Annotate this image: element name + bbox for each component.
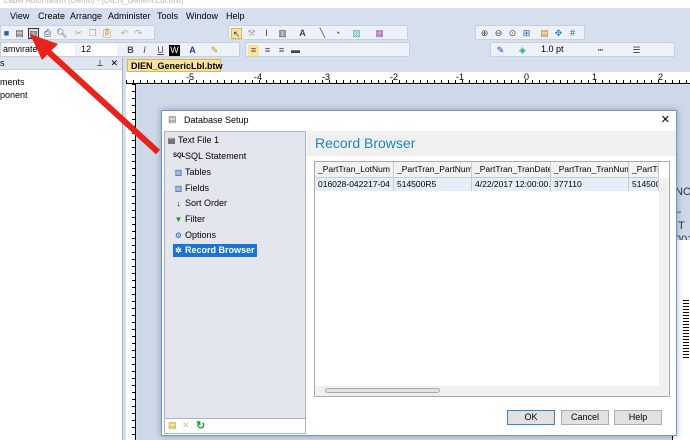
nav-text-file[interactable]: ▤ Text File 1	[166, 134, 221, 147]
table-cell: 016028-042217-04	[315, 178, 394, 191]
database-icon: ▤	[168, 114, 177, 124]
sort-icon: ↓	[176, 199, 181, 208]
table-row[interactable]: 016028-042217-04 514500R5 4/22/2017 12:0…	[315, 178, 659, 191]
column-header[interactable]: _PartTran_LotNum	[315, 162, 394, 177]
page-title: Record Browser	[307, 131, 676, 156]
refresh-icon[interactable]: ↻	[196, 419, 205, 432]
table-cell: 514500R5	[394, 178, 472, 191]
horizontal-scrollbar[interactable]	[315, 386, 669, 396]
ok-button[interactable]: OK	[507, 410, 555, 425]
nav-record-browser[interactable]: ✲ Record Browser	[173, 244, 257, 257]
table-cell: 514500	[629, 178, 659, 191]
arrow-shaft	[39, 43, 161, 155]
fields-icon: ▥	[174, 184, 183, 193]
record-browser-icon: ✲	[175, 246, 182, 255]
grid-header-row: _PartTran_LotNum _PartTran_PartNum _Part…	[315, 162, 659, 178]
nav-sql-statement[interactable]: SQL SQL Statement	[173, 150, 248, 163]
setup-nav-tree: ▤ Text File 1 SQL SQL Statement ▥ Tables ▥ F…	[164, 131, 306, 434]
column-header[interactable]: _PartTra	[629, 162, 659, 177]
nav-label: SQL Statement	[185, 151, 247, 161]
cancel-button[interactable]: Cancel	[561, 410, 609, 425]
scrollbar-thumb[interactable]	[325, 388, 440, 393]
table-cell: 4/22/2017 12:00:00...	[472, 178, 551, 191]
database-setup-dialog: ▤ Database Setup ✕ ▤ Text File 1 SQL SQL S…	[161, 110, 677, 436]
table-cell: 377110	[551, 178, 629, 191]
nav-label: Tables	[185, 167, 212, 177]
nav-label: Record Browser	[185, 245, 255, 255]
sql-icon: SQL	[173, 153, 186, 159]
add-database-icon[interactable]: ▤	[168, 420, 177, 431]
nav-label: Options	[185, 230, 217, 240]
nav-sort-order[interactable]: ↓ Sort Order	[173, 197, 229, 210]
nav-label: Sort Order	[185, 198, 228, 208]
column-header[interactable]: _PartTran_TranNum	[551, 162, 629, 177]
nav-tables[interactable]: ▥ Tables	[173, 166, 213, 179]
dialog-title-bar: ▤ Database Setup ✕	[162, 111, 676, 131]
dialog-title: Database Setup	[184, 115, 249, 125]
delete-icon[interactable]: ✕	[182, 420, 190, 431]
nav-filter[interactable]: ▼ Filter	[173, 213, 207, 226]
gear-icon: ⚙	[174, 231, 183, 240]
vertical-scrollbar[interactable]	[659, 178, 669, 386]
nav-footer-toolbar: ▤ ✕ ↻	[165, 418, 305, 433]
nav-options[interactable]: ⚙ Options	[173, 229, 218, 242]
nav-label: Text File 1	[178, 135, 220, 145]
help-button[interactable]: Help	[614, 410, 662, 425]
table-icon: ▥	[174, 168, 183, 177]
record-grid[interactable]: _PartTran_LotNum _PartTran_PartNum _Part…	[314, 161, 670, 397]
column-header[interactable]: _PartTran_TranDate	[472, 162, 551, 177]
column-header[interactable]: _PartTran_PartNum	[394, 162, 472, 177]
nav-fields[interactable]: ▥ Fields	[173, 182, 211, 195]
nav-label: Filter	[185, 214, 205, 224]
database-icon: ▤	[167, 136, 176, 145]
dialog-close-icon[interactable]: ✕	[661, 113, 670, 126]
nav-label: Fields	[185, 183, 210, 193]
filter-icon: ▼	[174, 215, 183, 224]
